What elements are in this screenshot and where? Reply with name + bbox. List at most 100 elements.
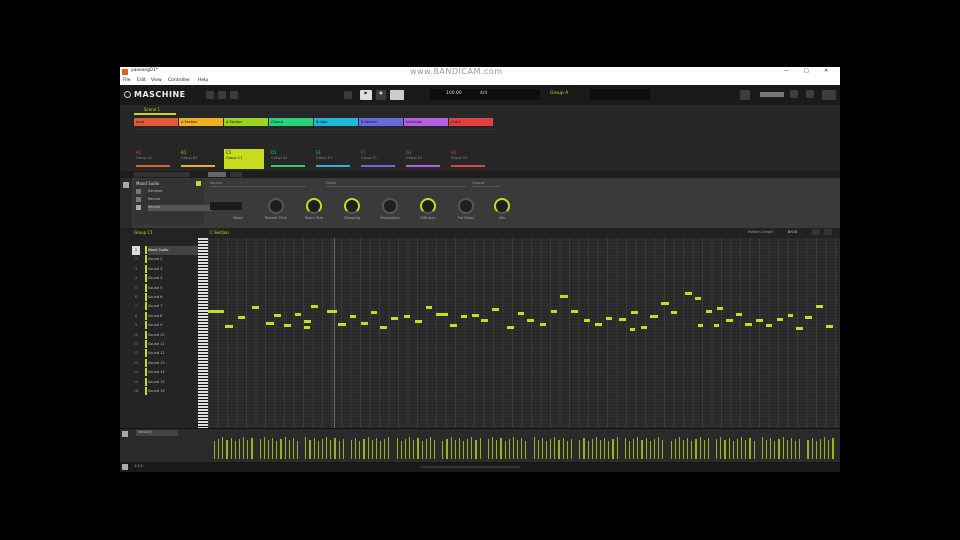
loop-button[interactable] <box>344 91 352 99</box>
velocity-bar[interactable] <box>272 438 274 459</box>
velocity-bar[interactable] <box>695 439 697 459</box>
velocity-bar[interactable] <box>819 439 822 459</box>
note[interactable] <box>735 313 743 316</box>
velocity-bar[interactable] <box>782 437 784 459</box>
note[interactable] <box>618 318 626 321</box>
velocity-bar[interactable] <box>380 441 382 459</box>
note[interactable] <box>595 323 603 326</box>
scene-5[interactable]: Bridge <box>314 118 358 126</box>
velocity-bar[interactable] <box>641 440 643 459</box>
velocity-bar[interactable] <box>761 437 763 459</box>
sound-slot[interactable]: Sound 16 <box>148 387 198 396</box>
velocity-bar[interactable] <box>226 440 228 459</box>
monitor-icon[interactable] <box>740 90 750 100</box>
velocity-bar[interactable] <box>446 439 448 459</box>
velocity-bar[interactable] <box>433 440 436 459</box>
velocity-bar[interactable] <box>404 439 407 459</box>
menu-help[interactable]: Help <box>198 78 208 83</box>
note[interactable] <box>481 319 488 322</box>
note[interactable] <box>670 311 678 314</box>
mixer-button[interactable] <box>218 91 226 99</box>
velocity-bar[interactable] <box>799 439 801 459</box>
velocity-bar[interactable] <box>550 439 552 459</box>
tempo-display[interactable]: 100.00 <box>446 91 462 96</box>
velocity-bar[interactable] <box>317 441 319 459</box>
velocity-bar[interactable] <box>409 437 411 459</box>
velocity-bar[interactable] <box>682 440 685 459</box>
velocity-bar[interactable] <box>832 438 834 459</box>
velocity-bar[interactable] <box>342 439 344 459</box>
signature-display[interactable]: 4/4 <box>480 91 487 96</box>
velocity-bar[interactable] <box>334 438 336 459</box>
note[interactable] <box>208 310 225 313</box>
velocity-bar[interactable] <box>687 438 689 459</box>
velocity-bar[interactable] <box>500 438 502 459</box>
note[interactable] <box>326 310 338 313</box>
note[interactable] <box>629 328 636 331</box>
note[interactable] <box>713 324 719 327</box>
velocity-bar[interactable] <box>778 439 780 459</box>
group-pad-d1[interactable]: D1 Group D1 <box>269 149 309 169</box>
scene-4[interactable]: Chorus <box>269 118 313 126</box>
sound-slot[interactable]: Sound 13 <box>148 359 198 368</box>
velocity-bar[interactable] <box>400 441 402 459</box>
note[interactable] <box>716 307 724 310</box>
group-pad-e1[interactable]: E1 Group E1 <box>314 149 354 169</box>
sound-slot[interactable]: Sound 4 <box>148 274 198 283</box>
note[interactable] <box>304 320 311 323</box>
velocity-bar[interactable] <box>259 439 261 459</box>
velocity-bar[interactable] <box>284 437 286 459</box>
scene-1[interactable]: Intro <box>134 118 178 126</box>
velocity-bar[interactable] <box>504 441 506 459</box>
velocity-bar[interactable] <box>471 437 473 459</box>
velocity-bar[interactable] <box>454 440 456 459</box>
knob-damping[interactable] <box>344 198 360 214</box>
velocity-bar[interactable] <box>579 440 581 459</box>
velocity-bar[interactable] <box>753 441 755 459</box>
groove-display[interactable]: Group A <box>550 91 568 96</box>
velocity-bar[interactable] <box>280 439 282 459</box>
settings-gear-icon[interactable] <box>806 90 814 98</box>
note[interactable] <box>756 319 763 322</box>
velocity-bar[interactable] <box>583 438 585 459</box>
velocity-bar[interactable] <box>263 437 265 459</box>
velocity-bar[interactable] <box>338 441 340 459</box>
velocity-bar[interactable] <box>554 437 556 459</box>
velocity-bar[interactable] <box>230 438 232 459</box>
velocity-bar[interactable] <box>288 440 290 459</box>
sound-slot[interactable]: Sound 10 <box>148 331 198 340</box>
velocity-bar[interactable] <box>305 437 307 459</box>
sound-slot[interactable]: Sound 2 <box>148 255 198 264</box>
velocity-bar[interactable] <box>745 440 747 459</box>
velocity-bar[interactable] <box>595 437 597 459</box>
master-volume-slider[interactable] <box>760 92 784 97</box>
close-button[interactable]: ✕ <box>824 68 828 74</box>
group-label[interactable]: Group C1 <box>134 230 153 235</box>
note[interactable] <box>435 313 449 316</box>
scene-3[interactable]: A Section <box>224 118 268 126</box>
velocity-bar[interactable] <box>633 439 635 459</box>
play-button[interactable]: ▶ <box>360 90 372 100</box>
audio-icon[interactable] <box>790 90 798 98</box>
menu-file[interactable]: File <box>123 78 131 83</box>
velocity-bar[interactable] <box>388 437 390 459</box>
scene-8[interactable]: Outro <box>449 118 493 126</box>
note[interactable] <box>694 297 701 300</box>
note[interactable] <box>350 315 357 318</box>
velocity-bar[interactable] <box>330 440 332 459</box>
horizontal-scrollbar[interactable] <box>420 466 520 468</box>
velocity-bar[interactable] <box>475 440 477 459</box>
velocity-bar[interactable] <box>425 439 427 459</box>
note[interactable] <box>816 305 823 308</box>
velocity-bar[interactable] <box>458 438 461 459</box>
velocity-bar[interactable] <box>587 441 589 459</box>
velocity-bar[interactable] <box>350 440 353 459</box>
note[interactable] <box>414 320 423 323</box>
group-pad-h1[interactable]: H1 Group H1 <box>449 149 489 169</box>
note[interactable] <box>726 319 734 322</box>
note[interactable] <box>310 305 318 308</box>
knob-diffusion[interactable] <box>420 198 436 214</box>
plugin-slot-1[interactable]: Sampler <box>148 189 163 193</box>
plugin-slot-3[interactable]: Reverb <box>148 205 212 211</box>
note[interactable] <box>304 326 310 329</box>
